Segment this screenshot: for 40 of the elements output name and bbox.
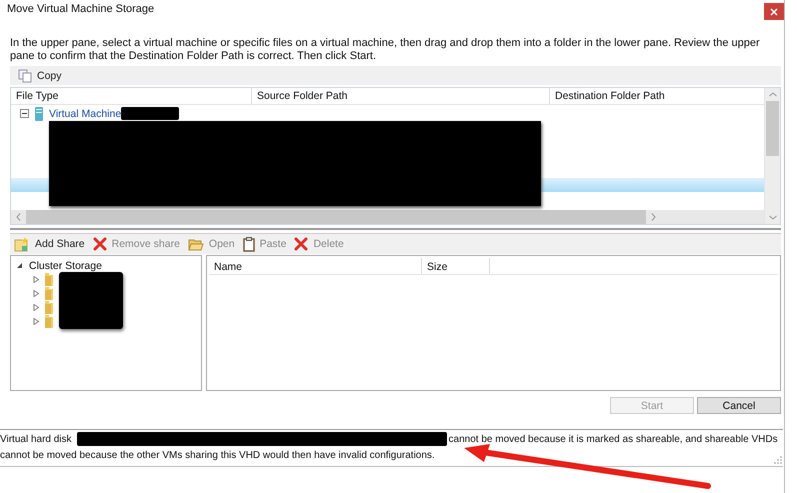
folder-icon [188, 237, 204, 251]
column-header[interactable]: Source Folder Path [252, 88, 550, 104]
expanded-arrow-icon[interactable] [16, 262, 23, 269]
window-title: Move Virtual Machine Storage [6, 2, 154, 15]
add-folder-icon [14, 236, 30, 252]
close-button[interactable] [764, 3, 784, 20]
instructions-text: In the upper pane, select a virtual machine or specific files on a virtual machine, then drag and drop them into a folder in the lower pane. Review the upper pane to confirm that the Destination Folder Path is correct. Then click Start. [10, 37, 761, 63]
tree-item[interactable]: Virtual Machine [49, 108, 122, 120]
copy-button[interactable]: Copy [14, 68, 66, 84]
column-header[interactable]: File Type [11, 88, 252, 104]
column-header[interactable]: Name [209, 258, 422, 274]
x-icon [294, 237, 308, 251]
add-button[interactable]: Add Share [10, 235, 89, 253]
collapsed-arrow-icon[interactable] [33, 290, 40, 296]
horizontal-scrollbar[interactable] [11, 210, 764, 224]
collapse-icon[interactable] [20, 109, 29, 118]
message-text: cannot be moved because it is marked as shareable, and shareable VHDs [448, 434, 778, 444]
clipboard-icon [242, 236, 255, 252]
column-header[interactable]: Size [422, 258, 490, 274]
message-text: cannot be moved because the other VMs sharing this VHD would then have invalid configurations. [0, 450, 435, 460]
scroll-up-icon[interactable] [768, 92, 776, 97]
selected-row[interactable] [541, 178, 764, 192]
copy-icon [18, 68, 32, 82]
close-icon [770, 8, 778, 16]
redaction-box [59, 272, 123, 329]
scroll-left-icon[interactable] [16, 213, 21, 221]
selected-row[interactable] [11, 178, 49, 192]
column-header[interactable]: Destination Folder Path [550, 88, 764, 104]
scroll-down-icon[interactable] [768, 215, 776, 220]
collapsed-arrow-icon[interactable] [33, 304, 40, 310]
collapsed-arrow-icon[interactable] [33, 276, 40, 282]
tree-item[interactable]: Cluster Storage [29, 260, 102, 272]
server-icon [35, 106, 43, 120]
scroll-right-icon[interactable] [651, 213, 656, 221]
collapsed-arrow-icon[interactable] [33, 318, 40, 324]
resize-grip-icon [774, 456, 782, 464]
x-icon [92, 237, 107, 251]
message-text: Virtual hard disk [0, 434, 72, 444]
cancel-button[interactable]: Cancel [697, 397, 781, 414]
vertical-scrollbar[interactable] [764, 88, 780, 224]
